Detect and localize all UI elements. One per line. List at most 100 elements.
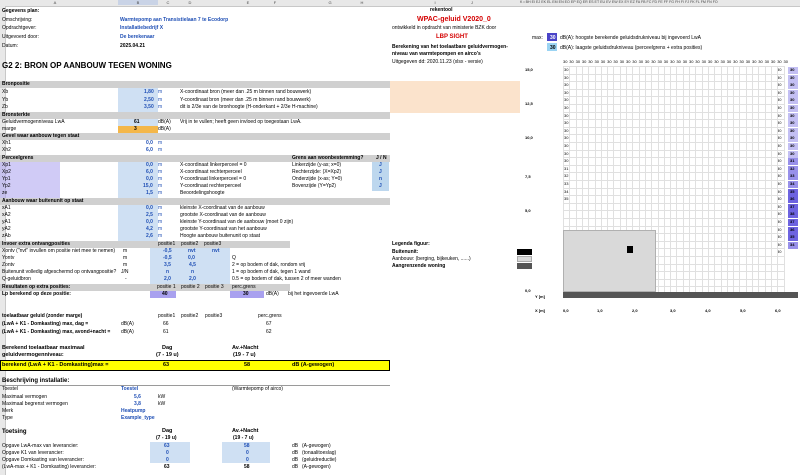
aanbouw-desc-3: grootste Y-coordinaat van het aanbouw — [180, 226, 267, 232]
figure-top-value: 30 — [670, 59, 675, 64]
aanbouw-value-2[interactable]: 0,0 — [146, 220, 153, 225]
perceel-value-1[interactable]: 6,0 — [146, 170, 153, 175]
column-header-e[interactable]: E — [238, 0, 258, 5]
invoer-desc-4: 0.5 = op bodem of dak, tussen 2 of meer … — [232, 276, 341, 282]
beschrijving-value-1[interactable]: 5,6 — [134, 395, 141, 400]
figure-grid-vline — [764, 66, 766, 292]
toetsing-nacht-sub: (19 - 7 u) — [233, 435, 254, 441]
invoer-unit-1: m — [123, 255, 128, 261]
perceel-value-3[interactable]: 15,0 — [143, 184, 153, 189]
aanbouw-unit-3: m — [158, 226, 163, 232]
aanbouw-value-1[interactable]: 2,5 — [146, 213, 153, 218]
invoer-v-0-0[interactable]: -0,5 — [163, 249, 172, 254]
section-title: G2 2: BRON OP AANBOUW TEGEN WONING — [2, 61, 172, 70]
figure-right-value: 30 — [790, 67, 795, 72]
invoer-v-4-0[interactable]: 2,0 — [164, 277, 171, 282]
bronpositie-title: Bronpositie — [2, 81, 30, 87]
figure-top-value: 30 — [569, 59, 574, 64]
gevel-unit-0: m — [158, 140, 163, 146]
invoer-unit-0: m — [123, 248, 128, 254]
beschrijving-value-3[interactable]: Heatpump — [121, 409, 145, 414]
invoer-v-1-1[interactable]: 0,0 — [188, 256, 195, 261]
aanbouw-value-4[interactable]: 2,6 — [146, 234, 153, 239]
toelaatbaar-hdr-1: positie2 — [181, 313, 199, 319]
bronsterkte-value-1[interactable]: 3 — [134, 127, 137, 132]
invoer-v-0-2[interactable]: nvt — [212, 249, 220, 254]
bronsterkte-value-0[interactable]: 61 — [134, 120, 140, 125]
toetsing-vnacht-0[interactable]: 58 — [244, 444, 250, 449]
invoer-v-3-0[interactable]: n — [166, 270, 169, 275]
invoer-label-3: Buitenunit volledig afgeschermd op ontva… — [2, 269, 117, 275]
bron-value-1[interactable]: 2,50 — [144, 98, 154, 103]
toetsing-vdag-0[interactable]: 63 — [164, 444, 170, 449]
beschrijving-label-0: Toestel — [2, 386, 18, 392]
toetsing-vdag-2[interactable]: 0 — [166, 458, 169, 463]
perceel-value-0[interactable]: 0,0 — [146, 163, 153, 168]
figure-x-tick: 4,0 — [705, 308, 711, 313]
column-header-i[interactable]: I — [425, 0, 445, 5]
bron-value-2[interactable]: 3,50 — [144, 105, 154, 110]
toelaatbaar-hdr-2: positie3 — [205, 313, 223, 319]
column-header-j[interactable]: J — [462, 0, 482, 5]
invoer-v-2-0[interactable]: 3,5 — [164, 263, 171, 268]
beschrijving-value-0[interactable]: Toestel — [121, 387, 138, 392]
beschrijving-value-2[interactable]: 3,8 — [134, 402, 141, 407]
toetsing-vdag-1[interactable]: 0 — [166, 451, 169, 456]
grens-value-3[interactable]: J — [379, 184, 382, 189]
toetsing-vnacht-1[interactable]: 0 — [246, 451, 249, 456]
beschrijving-value-4[interactable]: Example_type — [121, 416, 155, 421]
grens-value-1[interactable]: J — [379, 170, 382, 175]
grens-value-0[interactable]: J — [379, 163, 382, 168]
column-header-d[interactable]: D — [180, 0, 200, 5]
figure-x-tick: 1,0 — [597, 308, 603, 313]
bronsterkte-label-1: marge — [2, 126, 17, 132]
invoer-v-1-0[interactable]: -0,5 — [163, 256, 172, 261]
perceel-desc-0: X-coordinaat linkerperceel = 0 — [180, 162, 247, 168]
aanbouw-value-0[interactable]: 0,0 — [146, 206, 153, 211]
perceel-unit-4: m — [158, 190, 163, 196]
column-header-f[interactable]: F — [265, 0, 285, 5]
figure-top-value: 30 — [657, 59, 662, 64]
column-header-b[interactable]: B — [118, 0, 158, 5]
aanbouw-value-3[interactable]: 4,2 — [146, 227, 153, 232]
column-header-right[interactable]: K • BH EI EJ EK EL EM EN EO EP EQ ER ES … — [520, 0, 800, 4]
gevel-value-0[interactable]: 0,0 — [146, 141, 153, 146]
perceel-unit-0: m — [158, 162, 163, 168]
column-header-g[interactable]: G — [320, 0, 340, 5]
perceel-value-2[interactable]: 0,0 — [146, 177, 153, 182]
aanbouw-label-4: zAb — [2, 233, 11, 239]
bron-desc-0: X-coordinaat bron (meer dan .25 m binnen… — [180, 89, 312, 95]
figure-right-value: 34 — [790, 181, 795, 186]
gegevens-value-3[interactable]: 2025.04.21 — [120, 44, 145, 49]
column-header-a[interactable]: A — [50, 0, 60, 5]
figure-top-value: 30 — [733, 59, 738, 64]
toetsing-vnacht-2[interactable]: 0 — [246, 458, 249, 463]
toetsing-unit-0: dB — [292, 443, 299, 449]
bron-value-0[interactable]: 1,80 — [144, 90, 154, 95]
berekend-title2: geluidvermogenniveau: — [2, 352, 64, 358]
figure-right-value: 34 — [790, 241, 795, 247]
aanbouw-desc-4: Hoogte aanbouw buitenunit op staat — [180, 233, 261, 239]
gegevens-value-2[interactable]: De berekenaar — [120, 35, 154, 40]
gevel-value-1[interactable]: 6,0 — [146, 148, 153, 153]
figure-top-value: 30 — [689, 59, 694, 64]
invoer-v-2-1[interactable]: 4,5 — [189, 263, 196, 268]
figure-top-value: 30 — [663, 59, 669, 64]
perceel-value-4[interactable]: 1,5 — [146, 191, 153, 196]
column-header-c[interactable]: C — [158, 0, 178, 5]
legenda-item-2: Aangrenzende woning — [392, 263, 446, 269]
gegevens-value-0[interactable]: Warmtepomp aan Transistielaan 7 te Ecodo… — [120, 18, 228, 23]
figure-grid-vline — [770, 66, 772, 292]
figure-top-value: 30 — [752, 59, 757, 64]
figure-grid-vline — [726, 66, 728, 292]
figure-grid-hline — [563, 172, 785, 174]
marge-input-bg — [118, 126, 158, 133]
toetsing-unit-2: dB — [292, 457, 299, 463]
grens-value-2[interactable]: n — [379, 177, 382, 182]
figure-top-value: 30 — [682, 59, 688, 64]
column-header-h[interactable]: H — [352, 0, 372, 5]
invoer-v-3-1[interactable]: n — [191, 270, 194, 275]
invoer-v-0-1[interactable]: nvt — [188, 249, 196, 254]
invoer-v-4-1[interactable]: 2,0 — [189, 277, 196, 282]
gegevens-value-1[interactable]: Installatiebedrijf X — [120, 26, 163, 31]
